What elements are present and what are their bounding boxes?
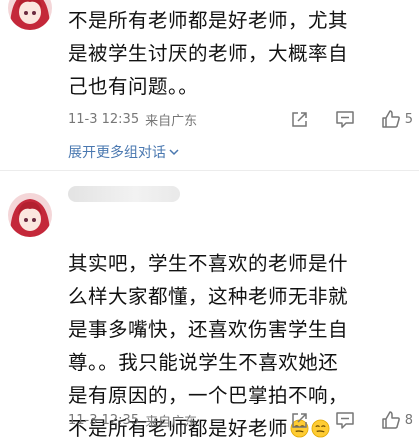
comment-text: 不是所有老师都是好老师，尤其 是被学生讨厌的老师，大概率自 己也有问题。。 xyxy=(68,9,349,98)
comment-button[interactable] xyxy=(335,110,355,129)
comment-actions: 8 xyxy=(264,408,413,432)
comment-meta: 11-3 12:35 来自广东 8 xyxy=(68,408,413,432)
comment-button[interactable] xyxy=(335,411,355,430)
share-button[interactable] xyxy=(290,411,309,430)
comment-time: 11-3 12:35 xyxy=(68,412,140,428)
thumbs-up-icon xyxy=(381,411,400,429)
expand-label: 展开更多组对话 xyxy=(68,145,166,161)
avatar[interactable] xyxy=(8,0,52,30)
comment-location: 来自广东 xyxy=(145,414,198,430)
divider xyxy=(0,170,419,171)
like-button[interactable]: 8 xyxy=(381,410,413,430)
comment-actions: 5 xyxy=(264,107,413,131)
comment-icon xyxy=(335,110,354,128)
share-button[interactable] xyxy=(290,110,309,129)
comment-icon xyxy=(335,411,354,429)
avatar[interactable] xyxy=(8,193,52,237)
comment-location: 来自广东 xyxy=(145,113,198,129)
like-count: 8 xyxy=(404,412,413,428)
comment-meta: 11-3 12:35 来自广东 5 xyxy=(68,107,413,131)
chevron-down-icon xyxy=(169,149,179,156)
thumbs-up-icon xyxy=(381,110,400,128)
like-count: 5 xyxy=(404,111,413,127)
like-button[interactable]: 5 xyxy=(381,109,413,129)
username[interactable] xyxy=(68,186,180,202)
expand-more-replies[interactable]: 展开更多组对话 xyxy=(68,142,180,162)
share-icon xyxy=(291,412,307,428)
share-icon xyxy=(291,111,307,127)
comment-time: 11-3 12:35 xyxy=(68,111,140,127)
